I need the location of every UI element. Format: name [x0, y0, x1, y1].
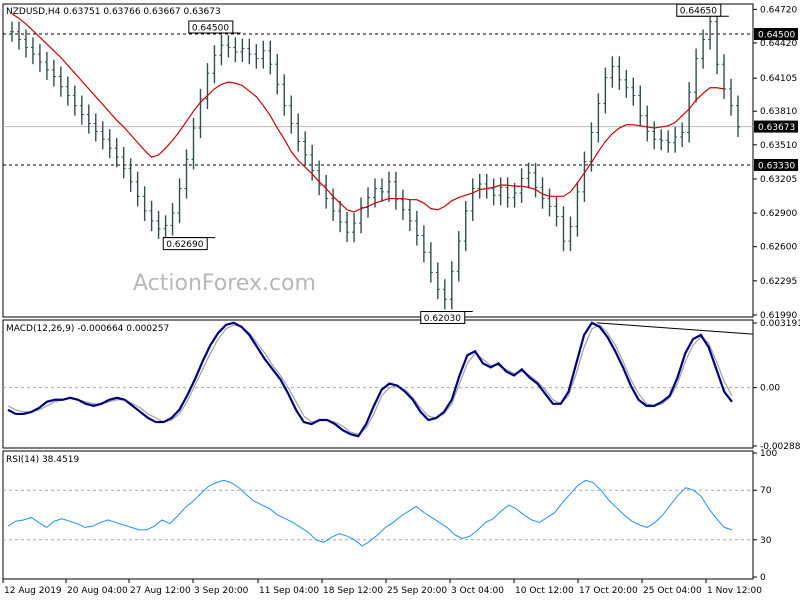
x-tick-label: 1 Nov 12:00 — [707, 586, 762, 596]
price-panel-title: NZDUSD,H4 0.63751 0.63766 0.63667 0.6367… — [6, 7, 221, 17]
level-price-label-0: 0.64500 — [758, 30, 795, 40]
price-y-tick-label: 0.63510 — [760, 141, 797, 151]
x-tick-label: 18 Sep 12:00 — [323, 586, 383, 596]
price-y-tick-label: 0.63205 — [760, 175, 797, 185]
rsi-panel-frame — [2, 450, 754, 580]
macd-y-tick-label: 0.003191 — [760, 319, 800, 329]
macd-y-tick-label: 0.00 — [760, 384, 780, 394]
macd-panel-frame — [2, 319, 754, 449]
rsi-panel-title: RSI(14) 38.4519 — [6, 455, 79, 465]
rsi-y-tick-label: 0 — [760, 573, 766, 583]
current-price-label: 0.63673 — [758, 123, 795, 133]
x-tick-label: 3 Oct 04:00 — [451, 586, 504, 596]
price-y-tick-label: 0.64105 — [760, 74, 797, 84]
annotation-label-3: 0.64650 — [680, 7, 717, 17]
forex-chart-window: ActionForex.com 0.64500 0.62690 0.62030 0.6… — [0, 0, 800, 600]
watermark-text: ActionForex.com — [133, 271, 316, 296]
price-y-tick-label: 0.63810 — [760, 107, 797, 117]
annotation-label-0: 0.64500 — [192, 23, 229, 33]
x-tick-label: 11 Sep 04:00 — [259, 586, 319, 596]
x-tick-label: 25 Sep 20:00 — [387, 586, 447, 596]
level-price-label-1: 0.63330 — [758, 161, 795, 171]
x-tick-label: 25 Oct 04:00 — [643, 586, 702, 596]
x-tick-label: 20 Aug 04:00 — [67, 586, 128, 596]
x-tick-label: 27 Aug 12:00 — [130, 586, 191, 596]
x-tick-label: 10 Oct 12:00 — [515, 586, 574, 596]
rsi-y-tick-label: 70 — [760, 486, 772, 496]
price-panel-frame — [2, 3, 754, 318]
annotation-label-2: 0.62030 — [424, 314, 461, 324]
macd-panel-title: MACD(12,26,9) -0.000664 0.000257 — [6, 324, 169, 334]
price-y-tick-label: 0.62900 — [760, 209, 797, 219]
x-tick-label: 12 Aug 2019 — [4, 586, 62, 596]
price-y-tick-label: 0.62295 — [760, 277, 797, 287]
chart-canvas: ActionForex.com 0.64500 0.62690 0.62030 0.6… — [2, 3, 800, 596]
rsi-y-tick-label: 100 — [760, 449, 777, 459]
x-tick-label: 3 Sep 20:00 — [194, 586, 249, 596]
price-y-tick-label: 0.62600 — [760, 243, 797, 253]
price-y-tick-label: 0.64720 — [760, 5, 797, 15]
x-tick-label: 17 Oct 20:00 — [579, 586, 638, 596]
rsi-y-tick-label: 30 — [760, 536, 772, 546]
annotation-label-1: 0.62690 — [166, 240, 203, 250]
